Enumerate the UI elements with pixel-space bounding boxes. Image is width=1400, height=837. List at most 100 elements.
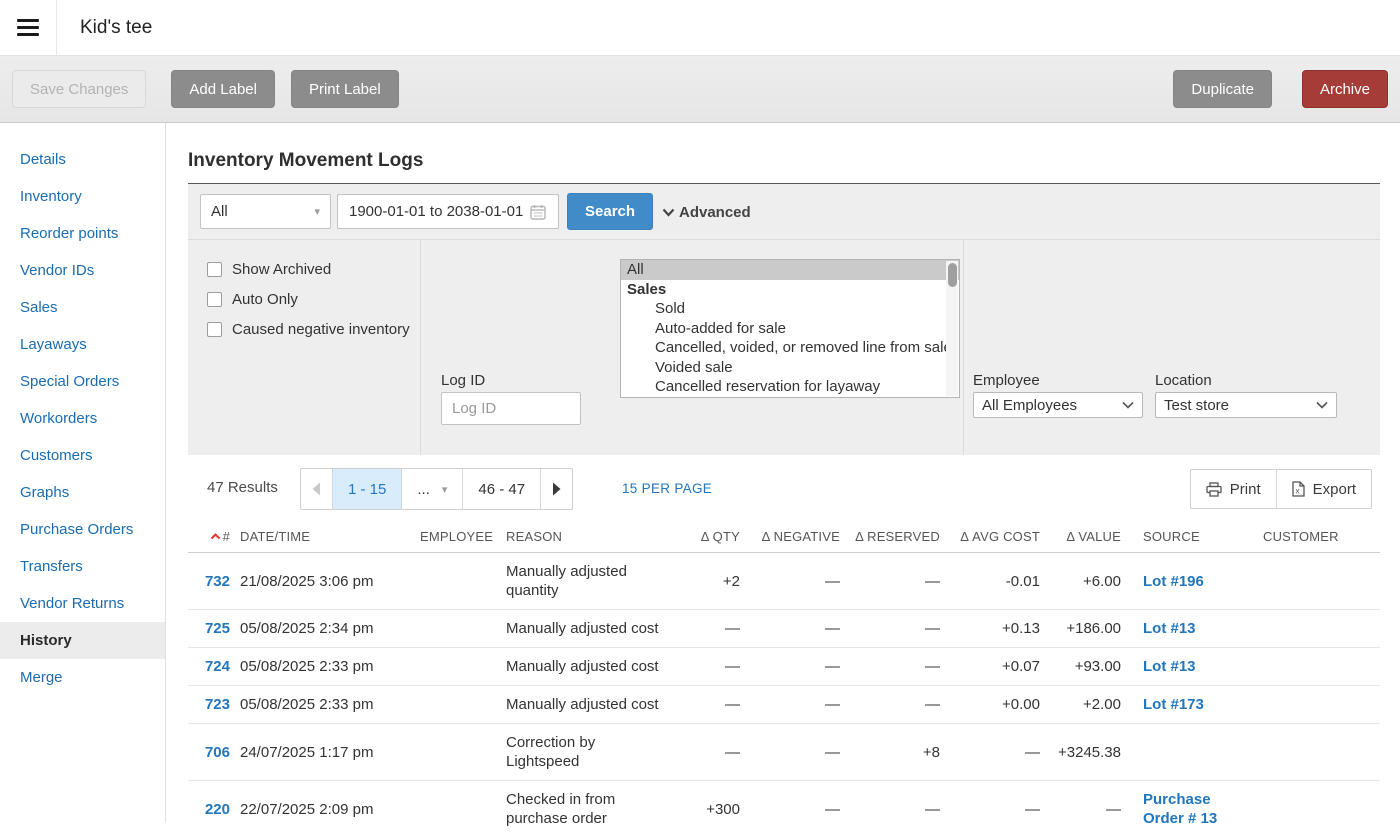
search-button[interactable]: Search — [567, 193, 653, 230]
col-reason[interactable]: REASON — [501, 524, 673, 553]
reason-listbox[interactable]: All Sales Sold Auto-added for sale Cance… — [620, 259, 960, 398]
sidebar-item[interactable]: Layaways — [0, 326, 165, 363]
cell-customer — [1258, 553, 1380, 610]
col-customer[interactable]: CUSTOMER — [1258, 524, 1380, 553]
results-count: 47 Results — [207, 479, 278, 496]
log-id-link[interactable]: 220 — [205, 801, 230, 818]
sidebar-item[interactable]: Sales — [0, 289, 165, 326]
log-id-link[interactable]: 706 — [205, 744, 230, 761]
col-source[interactable]: SOURCE — [1126, 524, 1258, 553]
chevron-down-icon: ▾ — [442, 483, 448, 496]
log-id-link[interactable]: 725 — [205, 620, 230, 637]
search-filter-bar: All ▾ 1900-01-01 to 2038-01-01 Search Ad… — [188, 183, 1380, 239]
log-id-link[interactable]: 724 — [205, 658, 230, 675]
chevron-down-icon — [662, 208, 675, 217]
hamburger-menu-icon[interactable] — [0, 0, 57, 56]
checkbox-icon — [207, 262, 222, 277]
col-reserved[interactable]: Δ RESERVED — [845, 524, 945, 553]
page-range-current[interactable]: 1 - 15 — [333, 469, 402, 509]
save-changes-button[interactable]: Save Changes — [12, 70, 146, 108]
sidebar-item[interactable]: Vendor Returns — [0, 585, 165, 622]
sidebar-item[interactable]: Vendor IDs — [0, 252, 165, 289]
filter-checkbox[interactable]: Caused negative inventory — [207, 314, 410, 344]
source-link[interactable]: Purchase Order # 13 — [1143, 791, 1217, 827]
chevron-down-icon — [1316, 401, 1328, 409]
log-id-label: Log ID — [441, 372, 485, 389]
per-page-link[interactable]: 15 PER PAGE — [622, 481, 712, 496]
date-range-input[interactable]: 1900-01-01 to 2038-01-01 — [337, 194, 559, 229]
reason-option[interactable]: Cancelled, voided, or removed line from … — [621, 338, 959, 358]
cell-avg-cost: — — [945, 724, 1045, 781]
prev-page-button[interactable] — [301, 469, 333, 509]
duplicate-button[interactable]: Duplicate — [1173, 70, 1272, 108]
cell-reason: Correction by Lightspeed — [501, 724, 673, 781]
filter-checkbox[interactable]: Show Archived — [207, 254, 410, 284]
sidebar-item[interactable]: Graphs — [0, 474, 165, 511]
next-page-button[interactable] — [541, 469, 572, 509]
sidebar-item[interactable]: Reorder points — [0, 215, 165, 252]
col-qty[interactable]: Δ QTY — [673, 524, 745, 553]
chevron-down-icon: ▾ — [314, 205, 320, 218]
reason-option[interactable]: Auto-added for sale — [621, 319, 959, 339]
top-header: Kid's tee — [0, 0, 1400, 56]
sidebar-item[interactable]: History — [0, 622, 165, 659]
sidebar-item[interactable]: Purchase Orders — [0, 511, 165, 548]
employee-select[interactable]: All Employees — [973, 392, 1143, 418]
cell-qty: — — [673, 724, 745, 781]
log-id-input[interactable] — [441, 392, 581, 425]
log-type-select[interactable]: All ▾ — [200, 194, 331, 229]
cell-datetime: 24/07/2025 1:17 pm — [235, 724, 415, 781]
table-header-row: # DATE/TIME EMPLOYEE REASON Δ QTY Δ NEGA… — [188, 524, 1380, 553]
sidebar-item[interactable]: Transfers — [0, 548, 165, 585]
source-link[interactable]: Lot #13 — [1143, 658, 1196, 675]
source-link[interactable]: Lot #13 — [1143, 620, 1196, 637]
cell-value: +186.00 — [1045, 610, 1126, 648]
log-id-link[interactable]: 723 — [205, 696, 230, 713]
add-label-button[interactable]: Add Label — [171, 70, 275, 108]
export-button[interactable]: x Export — [1277, 470, 1371, 508]
filter-checkboxes: Show Archived Auto Only Caused negative … — [207, 254, 410, 344]
col-id[interactable]: # — [188, 524, 235, 553]
sidebar-item[interactable]: Inventory — [0, 178, 165, 215]
cell-reserved: — — [845, 781, 945, 837]
print-button[interactable]: Print — [1191, 470, 1277, 508]
reason-option[interactable]: All — [621, 260, 959, 280]
col-negative[interactable]: Δ NEGATIVE — [745, 524, 845, 553]
checkbox-icon — [207, 322, 222, 337]
pager: 1 - 15 ... ▾ 46 - 47 — [300, 468, 573, 510]
cell-datetime: 05/08/2025 2:34 pm — [235, 610, 415, 648]
reason-option[interactable]: Sales — [621, 280, 959, 300]
archive-button[interactable]: Archive — [1302, 70, 1388, 108]
scrollbar-thumb[interactable] — [948, 263, 957, 287]
col-value[interactable]: Δ VALUE — [1045, 524, 1126, 553]
cell-qty: — — [673, 610, 745, 648]
reason-option[interactable]: Cancelled reservation for layaway — [621, 377, 959, 397]
sidebar-item[interactable]: Merge — [0, 659, 165, 696]
page-range-last[interactable]: 46 - 47 — [463, 469, 541, 509]
sidebar-item[interactable]: Workorders — [0, 400, 165, 437]
col-employee[interactable]: EMPLOYEE — [415, 524, 501, 553]
cell-customer — [1258, 610, 1380, 648]
calendar-icon — [530, 204, 546, 220]
cell-negative: — — [745, 553, 845, 610]
sidebar-item[interactable]: Special Orders — [0, 363, 165, 400]
cell-datetime: 21/08/2025 3:06 pm — [235, 553, 415, 610]
location-select[interactable]: Test store — [1155, 392, 1337, 418]
filter-checkbox[interactable]: Auto Only — [207, 284, 410, 314]
print-label-button[interactable]: Print Label — [291, 70, 399, 108]
listbox-scrollbar[interactable] — [946, 261, 958, 396]
col-datetime[interactable]: DATE/TIME — [235, 524, 415, 553]
log-id-link[interactable]: 732 — [205, 573, 230, 590]
source-link[interactable]: Lot #196 — [1143, 573, 1204, 590]
reason-option[interactable]: Voided sale — [621, 358, 959, 378]
sidebar-item[interactable]: Customers — [0, 437, 165, 474]
sidebar-item[interactable]: Details — [0, 141, 165, 178]
movement-logs-table: # DATE/TIME EMPLOYEE REASON Δ QTY Δ NEGA… — [188, 524, 1380, 837]
main-content: Inventory Movement Logs All ▾ 1900-01-01… — [166, 123, 1400, 823]
col-avg-cost[interactable]: Δ AVG COST — [945, 524, 1045, 553]
source-link[interactable]: Lot #173 — [1143, 696, 1204, 713]
advanced-toggle[interactable]: Advanced — [662, 184, 751, 240]
page-range-dropdown[interactable]: ... ▾ — [402, 469, 463, 509]
table-row: 725 05/08/2025 2:34 pm Manually adjusted… — [188, 610, 1380, 648]
reason-option[interactable]: Sold — [621, 299, 959, 319]
